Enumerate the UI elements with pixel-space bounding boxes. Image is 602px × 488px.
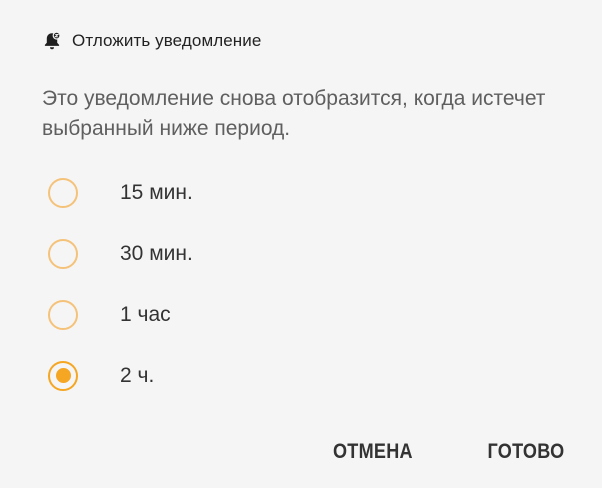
snooze-bell-icon bbox=[42, 31, 62, 51]
dialog-title: Отложить уведомление bbox=[72, 31, 262, 50]
option-label: 30 мин. bbox=[120, 241, 193, 265]
option-30-min[interactable]: 30 мин. bbox=[48, 223, 448, 284]
dialog-header: Отложить уведомление bbox=[42, 28, 261, 54]
snooze-options: 15 мин. 30 мин. 1 час 2 ч. bbox=[48, 162, 448, 406]
radio-button[interactable] bbox=[48, 177, 78, 208]
radio-button[interactable] bbox=[48, 360, 78, 391]
snooze-dialog: Отложить уведомление Это уведомление сно… bbox=[0, 0, 602, 488]
option-label: 2 ч. bbox=[120, 363, 155, 387]
dialog-actions: ОТМЕНА ГОТОВО bbox=[320, 440, 564, 464]
option-1-hour[interactable]: 1 час bbox=[48, 284, 448, 345]
dialog-description: Это уведомление снова отобразится, когда… bbox=[42, 87, 546, 140]
done-button[interactable]: ГОТОВО bbox=[487, 440, 564, 464]
option-15-min[interactable]: 15 мин. bbox=[48, 162, 448, 223]
option-label: 1 час bbox=[120, 302, 171, 326]
option-2-hours[interactable]: 2 ч. bbox=[48, 345, 448, 406]
cancel-button[interactable]: ОТМЕНА bbox=[333, 440, 413, 464]
radio-button[interactable] bbox=[48, 238, 78, 269]
option-label: 15 мин. bbox=[120, 180, 193, 204]
radio-button[interactable] bbox=[48, 299, 78, 330]
